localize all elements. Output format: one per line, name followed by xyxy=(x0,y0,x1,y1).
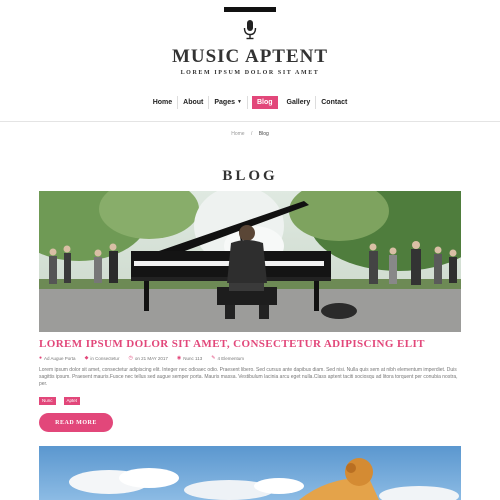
read-more-button[interactable]: READ MORE xyxy=(39,413,113,432)
post-excerpt: Lorem ipsum dolor sit amet, consectetur … xyxy=(39,367,458,387)
main-nav: Home About Pages ▼ Blog Gallery Contact xyxy=(0,96,500,109)
page-title: BLOG xyxy=(222,168,278,184)
clock-icon: ◷ xyxy=(128,355,133,361)
nav-label: Gallery xyxy=(286,99,311,106)
post-featured-image[interactable] xyxy=(39,191,461,332)
post-featured-image-2[interactable] xyxy=(39,446,461,500)
meta-category-text: in Consectetur xyxy=(90,355,120,361)
nav-label: Pages xyxy=(214,99,235,106)
caret-down-icon: ▼ xyxy=(236,99,242,105)
meta-views-text: Nunc 113 xyxy=(183,355,203,361)
nav-home[interactable]: Home xyxy=(148,96,179,109)
post-tags: Nunc Aptet xyxy=(39,397,81,405)
meta-category[interactable]: ◆ in Consectetur xyxy=(85,355,120,361)
user-icon: ● xyxy=(39,355,43,361)
breadcrumb-current: Blog xyxy=(258,131,269,137)
meta-author[interactable]: ● Ad Augue Porta xyxy=(39,355,76,361)
nav-label: About xyxy=(183,99,204,106)
top-accent-bar xyxy=(224,7,276,12)
breadcrumb-home[interactable]: Home xyxy=(231,131,244,137)
meta-comments-text: 4 Elementum xyxy=(217,355,244,361)
nav-about[interactable]: About xyxy=(178,96,210,109)
tag-nunc[interactable]: Nunc xyxy=(39,397,56,405)
breadcrumb-separator: / xyxy=(250,131,253,137)
header-divider xyxy=(0,121,500,122)
nav-blog[interactable]: Blog xyxy=(251,96,278,109)
site-tagline: LOREM IPSUM DOLOR SIT AMET xyxy=(180,70,320,76)
microphone-icon xyxy=(243,20,257,40)
nav-contact[interactable]: Contact xyxy=(316,96,352,109)
tag-icon: ◆ xyxy=(84,355,89,361)
nav-label: Contact xyxy=(321,99,348,106)
post-meta: ● Ad Augue Porta ◆ in Consectetur ◷ on 21 M… xyxy=(39,355,244,361)
nav-pages[interactable]: Pages ▼ xyxy=(209,96,248,109)
comment-icon: ✎ xyxy=(211,355,216,361)
nav-label: Blog xyxy=(256,99,273,106)
breadcrumb: Home / Blog xyxy=(0,131,500,137)
meta-author-text: Ad Augue Porta xyxy=(44,355,76,361)
meta-date-text: on 21 MAY 2017 xyxy=(134,355,168,361)
meta-date: ◷ on 21 MAY 2017 xyxy=(128,355,167,361)
eye-icon: ◉ xyxy=(176,355,182,361)
meta-comments[interactable]: ✎ 4 Elementum xyxy=(211,355,244,361)
meta-views: ◉ Nunc 113 xyxy=(177,355,202,361)
post-title[interactable]: LOREM IPSUM DOLOR SIT AMET, CONSECTETUR … xyxy=(39,338,469,350)
nav-gallery[interactable]: Gallery xyxy=(282,96,317,109)
nav-label: Home xyxy=(152,99,173,106)
site-title[interactable]: MUSIC APTENT xyxy=(0,46,500,68)
tag-aptet[interactable]: Aptet xyxy=(63,397,81,405)
